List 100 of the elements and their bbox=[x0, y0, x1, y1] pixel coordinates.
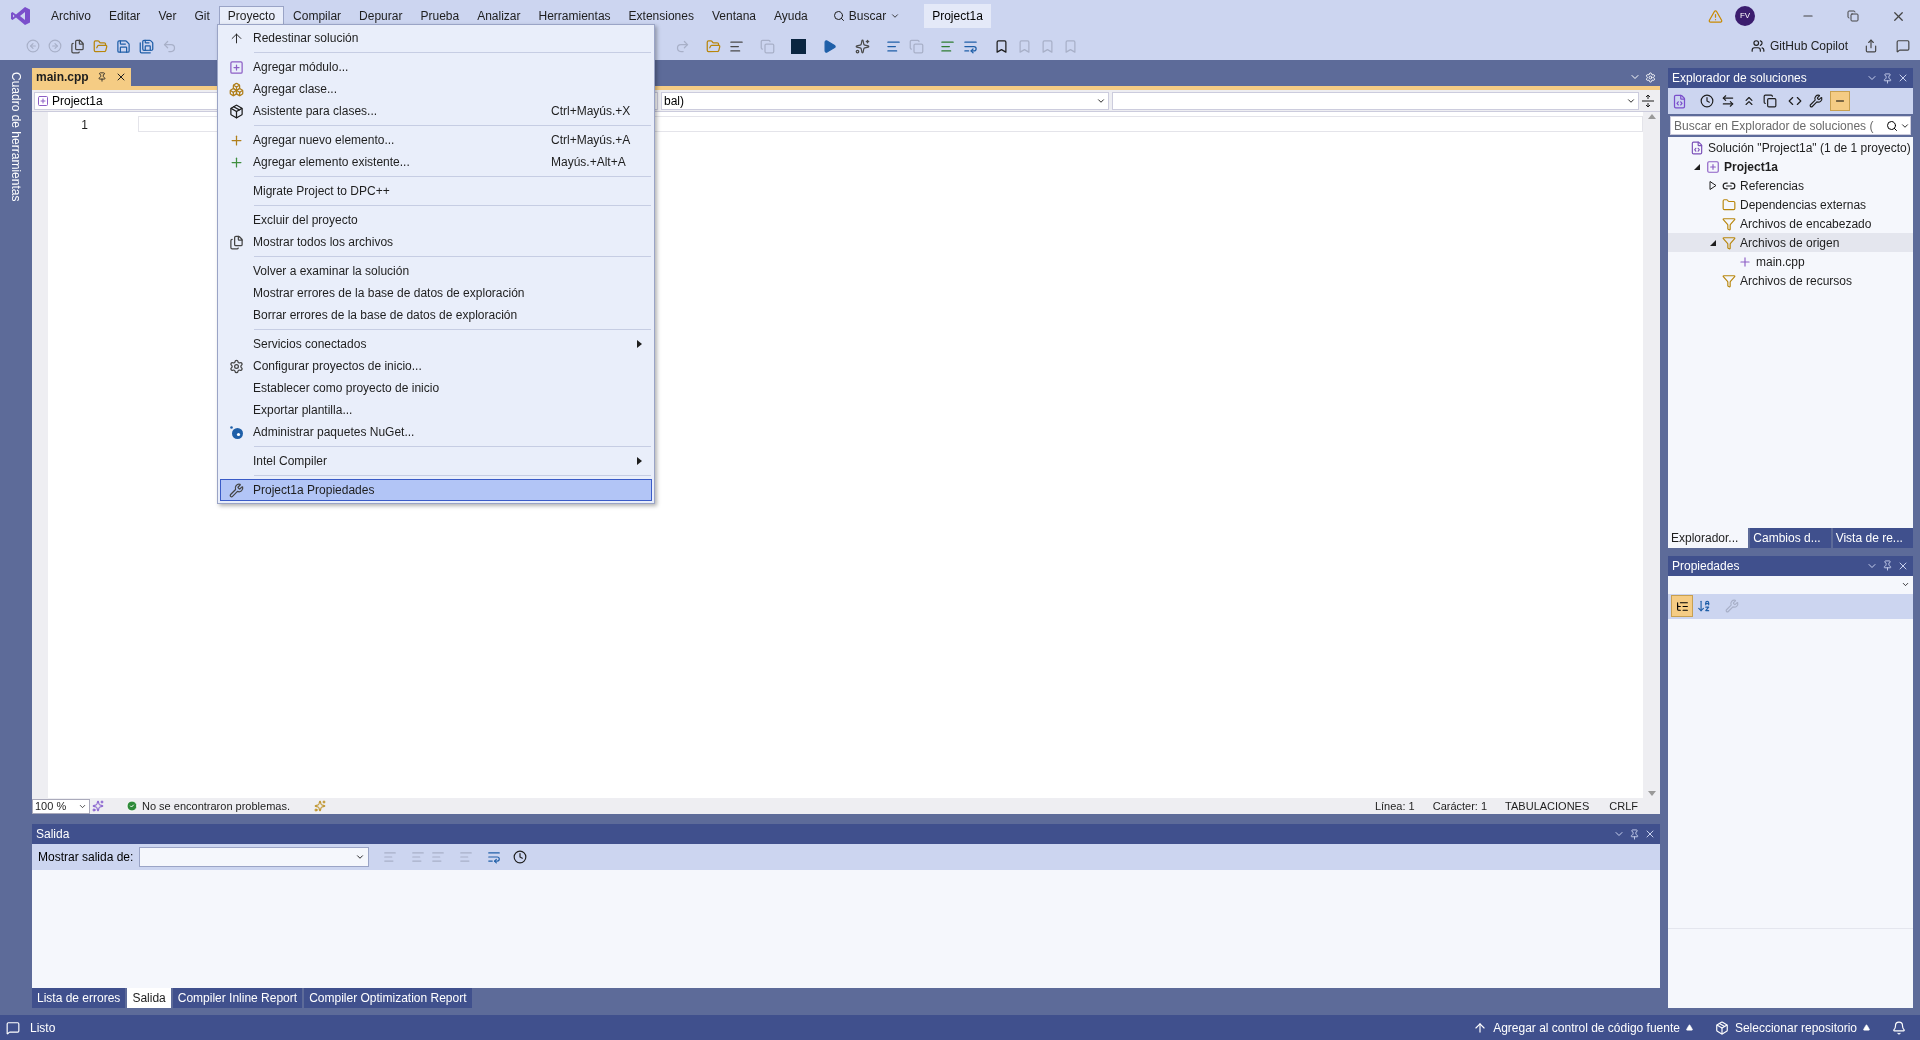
repository-button[interactable]: Seleccionar repositorio bbox=[1714, 1018, 1870, 1037]
wrench-icon[interactable] bbox=[1809, 94, 1823, 108]
menu-item[interactable]: Intel Compiler bbox=[220, 450, 652, 472]
tree-item[interactable]: Archivos de origen bbox=[1668, 233, 1913, 252]
menu-bar-item[interactable]: Herramientas bbox=[529, 6, 620, 26]
menu-item[interactable]: Volver a examinar la solución bbox=[220, 260, 652, 282]
menu-item[interactable]: Establecer como proyecto de inicio bbox=[220, 377, 652, 399]
expanded-arrow-icon[interactable] bbox=[1709, 238, 1717, 247]
tree-item[interactable]: Archivos de recursos bbox=[1668, 271, 1913, 290]
open-folder-icon[interactable] bbox=[93, 38, 108, 54]
menu-item[interactable]: Borrar errores de la base de datos de exploración bbox=[220, 304, 652, 326]
zoom-dropdown[interactable]: 100 % bbox=[32, 798, 90, 814]
menu-bar-item[interactable]: Archivo bbox=[42, 6, 100, 26]
menu-item[interactable]: Redestinar solución bbox=[220, 27, 652, 49]
toolbox-tab[interactable]: Cuadro de herramientas bbox=[7, 68, 25, 202]
share-icon[interactable] bbox=[1864, 39, 1878, 53]
output-tab[interactable]: Lista de errores bbox=[32, 988, 126, 1008]
folder-search-icon[interactable] bbox=[706, 38, 721, 54]
tree-item[interactable]: Solución "Project1a" (1 de 1 proyecto) bbox=[1668, 138, 1913, 157]
uncomment-icon[interactable] bbox=[963, 38, 978, 54]
solution-view-icon[interactable] bbox=[1672, 93, 1687, 109]
tree-item[interactable]: Project1a bbox=[1668, 157, 1913, 176]
menu-bar-item[interactable]: Ayuda bbox=[765, 6, 817, 26]
menu-item[interactable]: Agregar nuevo elemento... Ctrl+Mayús.+A bbox=[220, 129, 652, 151]
save-icon[interactable] bbox=[116, 38, 131, 54]
indent-indicator[interactable]: TABULACIONES bbox=[1505, 797, 1590, 815]
restore-icon[interactable] bbox=[1847, 10, 1859, 22]
preview-toggle[interactable] bbox=[1830, 91, 1850, 111]
clock-icon[interactable] bbox=[513, 850, 528, 864]
word-wrap-icon[interactable] bbox=[487, 850, 502, 864]
menu-item[interactable]: Mostrar todos los archivos bbox=[220, 231, 652, 253]
document-tab[interactable]: main.cpp bbox=[32, 68, 131, 86]
copilot-button[interactable]: GitHub Copilot bbox=[1750, 37, 1848, 55]
menu-bar-item[interactable]: Proyecto bbox=[218, 6, 285, 26]
menu-bar-item[interactable]: Depurar bbox=[350, 6, 412, 26]
issues-status[interactable]: No se encontraron problemas. bbox=[142, 797, 290, 815]
scroll-up-icon[interactable] bbox=[1647, 114, 1656, 119]
menu-item[interactable]: Agregar módulo... bbox=[220, 56, 652, 78]
pin-icon[interactable] bbox=[1882, 72, 1893, 84]
pin-icon[interactable] bbox=[96, 72, 107, 82]
alphabetical-icon[interactable] bbox=[1697, 599, 1711, 613]
start-icon[interactable] bbox=[822, 38, 837, 54]
expanded-arrow-icon[interactable] bbox=[1693, 162, 1701, 171]
settings-icon[interactable] bbox=[1645, 72, 1656, 83]
menu-bar-item[interactable]: Extensiones bbox=[619, 6, 703, 26]
output-tab[interactable]: Compiler Optimization Report bbox=[304, 988, 472, 1008]
scope-dropdown[interactable]: bal) bbox=[661, 91, 1109, 110]
explorer-tab[interactable]: Explorador... bbox=[1668, 527, 1749, 548]
line-indicator[interactable]: Línea: 1 bbox=[1374, 797, 1415, 815]
explorer-tab[interactable]: Cambios d... bbox=[1750, 527, 1831, 548]
feedback-icon[interactable] bbox=[1896, 39, 1910, 53]
save-all-icon[interactable] bbox=[139, 38, 154, 54]
menu-item[interactable]: Excluir del proyecto bbox=[220, 209, 652, 231]
close-icon[interactable] bbox=[1897, 72, 1909, 84]
menu-item[interactable]: Asistente para clases... Ctrl+Mayús.+X bbox=[220, 100, 652, 122]
scroll-down-icon[interactable] bbox=[1647, 791, 1656, 796]
code-icon[interactable] bbox=[1788, 94, 1802, 108]
line-ending-indicator[interactable]: CRLF bbox=[1609, 797, 1638, 815]
show-all-files-icon[interactable] bbox=[1763, 94, 1777, 108]
intellicode-icon[interactable] bbox=[92, 800, 104, 812]
menu-bar-item[interactable]: Ventana bbox=[702, 6, 765, 26]
tool-logo-icon[interactable] bbox=[791, 38, 806, 54]
output-tab[interactable]: Salida bbox=[127, 988, 171, 1008]
sync-icon[interactable] bbox=[1721, 94, 1735, 108]
collapse-all-icon[interactable] bbox=[1742, 94, 1756, 108]
explorer-search-field[interactable]: Buscar en Explorador de soluciones ( bbox=[1670, 116, 1911, 135]
cleanup-icon[interactable] bbox=[313, 800, 326, 812]
collapsed-arrow-icon[interactable] bbox=[1709, 181, 1717, 190]
menu-bar-item[interactable]: Ver bbox=[149, 6, 186, 26]
notifications-icon[interactable] bbox=[1892, 1020, 1906, 1035]
menu-item[interactable]: Migrate Project to DPC++ bbox=[220, 180, 652, 202]
bookmark-icon[interactable] bbox=[994, 38, 1009, 54]
search-icon[interactable] bbox=[1886, 119, 1898, 132]
menu-item[interactable]: Mostrar errores de la base de datos de exploración bbox=[220, 282, 652, 304]
menu-bar-item[interactable]: Prueba bbox=[411, 6, 469, 26]
tree-item[interactable]: Dependencias externas bbox=[1668, 195, 1913, 214]
source-control-button[interactable]: Agregar al control de código fuente bbox=[1473, 1018, 1693, 1037]
pin-icon[interactable] bbox=[1629, 828, 1640, 840]
tree-item[interactable]: Archivos de encabezado bbox=[1668, 214, 1913, 233]
menu-item[interactable]: Project1a Propiedades bbox=[220, 479, 652, 501]
account-avatar[interactable]: FV bbox=[1735, 6, 1755, 26]
menu-item[interactable]: Exportar plantilla... bbox=[220, 399, 652, 421]
menu-item[interactable]: Agregar clase... bbox=[220, 78, 652, 100]
indent-icon[interactable] bbox=[886, 38, 901, 54]
column-indicator[interactable]: Carácter: 1 bbox=[1432, 797, 1488, 815]
output-source-dropdown[interactable] bbox=[139, 847, 370, 867]
menu-bar-item[interactable]: Analizar bbox=[468, 6, 530, 26]
menu-bar-item[interactable]: Compilar bbox=[284, 6, 351, 26]
menu-bar-item[interactable]: Editar bbox=[100, 6, 150, 26]
tree-item[interactable]: Referencias bbox=[1668, 176, 1913, 195]
output-tab[interactable]: Compiler Inline Report bbox=[172, 988, 303, 1008]
explorer-tab[interactable]: Vista de re... bbox=[1832, 527, 1913, 548]
menu-bar-item[interactable]: Git bbox=[185, 6, 219, 26]
menu-item[interactable]: Administrar paquetes NuGet... bbox=[220, 421, 652, 443]
menu-item[interactable]: Agregar elemento existente... Mayús.+Alt+A bbox=[220, 151, 652, 173]
history-icon[interactable] bbox=[1700, 94, 1714, 108]
pin-icon[interactable] bbox=[1882, 560, 1893, 571]
tree-item[interactable]: main.cpp bbox=[1668, 252, 1913, 271]
new-project-icon[interactable] bbox=[70, 38, 85, 54]
categorized-toggle[interactable] bbox=[1671, 595, 1693, 617]
